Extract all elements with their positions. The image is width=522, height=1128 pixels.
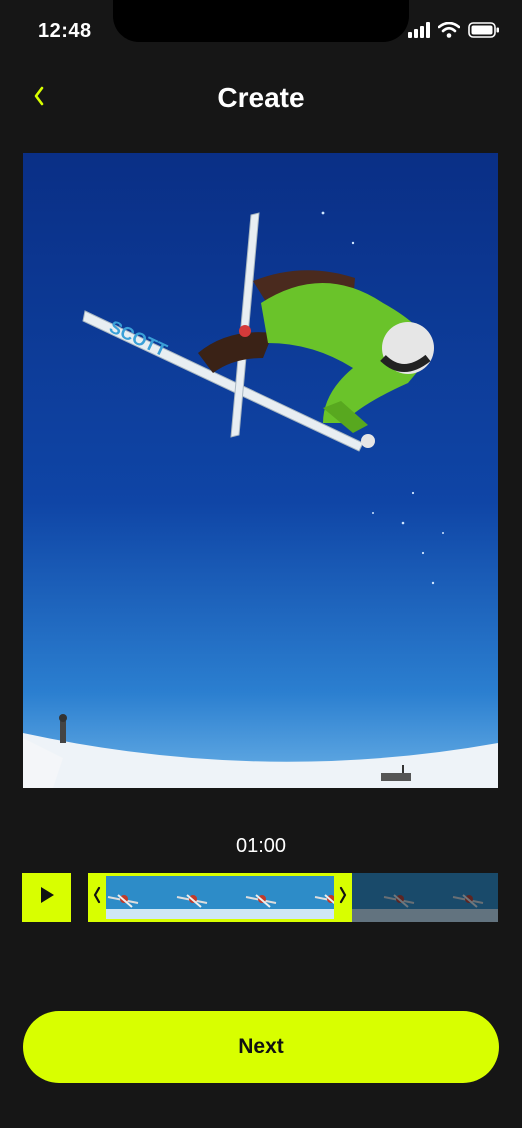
next-button[interactable]: Next	[23, 1011, 499, 1083]
chevron-left-icon	[92, 885, 102, 910]
play-icon	[39, 886, 55, 909]
wifi-icon	[437, 21, 461, 43]
video-duration: 01:00	[235, 835, 287, 857]
battery-icon	[468, 21, 500, 43]
trim-handle-right[interactable]	[334, 873, 352, 922]
selected-range[interactable]	[88, 873, 352, 922]
trim-handle-left[interactable]	[88, 873, 106, 922]
unselected-range	[352, 873, 498, 922]
video-preview[interactable]: SCOTT	[23, 153, 498, 788]
page-title: Create	[217, 82, 305, 113]
status-time: 12:48	[38, 20, 92, 42]
status-bar: 12:48	[0, 0, 522, 60]
skier-image: SCOTT	[23, 153, 498, 788]
video-timeline[interactable]	[88, 873, 498, 922]
signal-icon	[408, 21, 430, 43]
play-button[interactable]	[22, 873, 71, 922]
status-icons	[408, 21, 500, 43]
chevron-right-icon	[338, 885, 348, 910]
device-notch	[113, 0, 409, 42]
header: Create	[0, 70, 522, 126]
